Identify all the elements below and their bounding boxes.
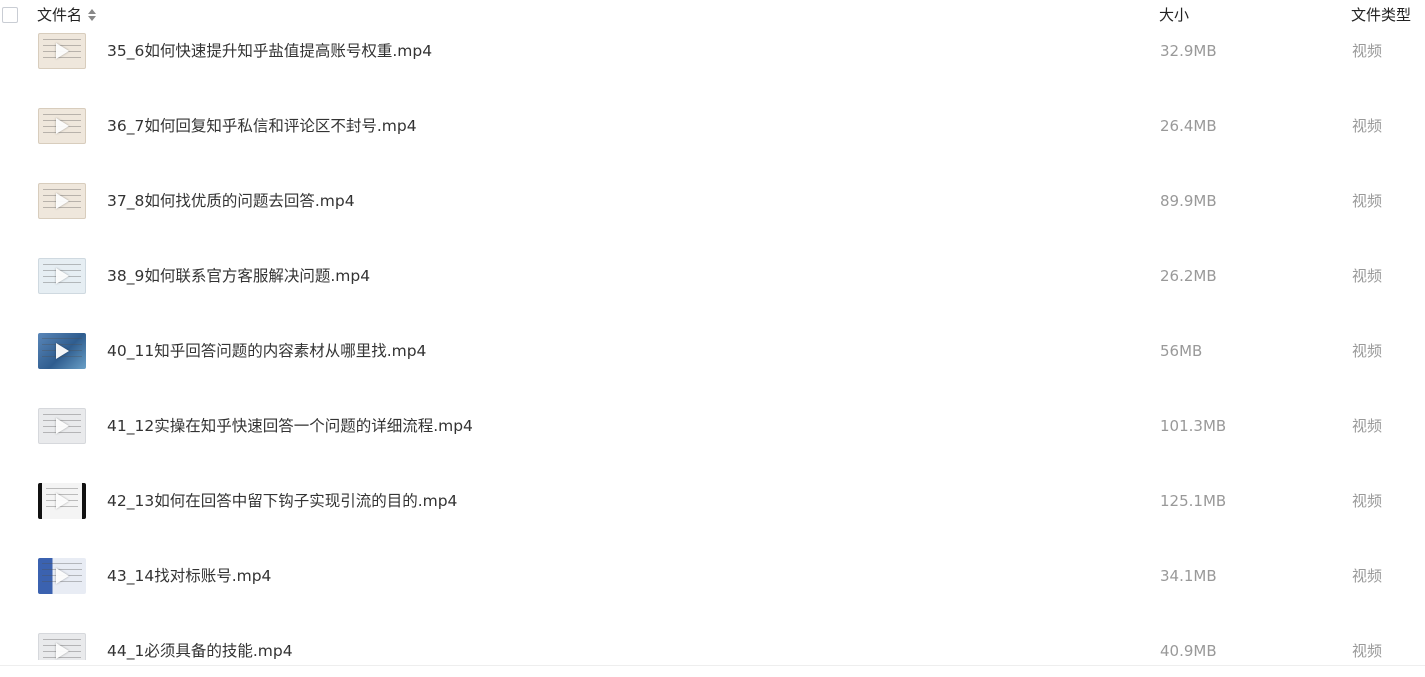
play-icon [56, 343, 69, 359]
file-type: 视频 [1352, 492, 1383, 510]
file-size: 101.3MB [1160, 417, 1227, 435]
file-size: 32.9MB [1160, 42, 1217, 60]
file-type: 视频 [1352, 417, 1383, 435]
column-header-size[interactable]: 大小 [1159, 5, 1189, 25]
play-icon [56, 643, 69, 659]
file-type: 视频 [1352, 642, 1383, 660]
file-row[interactable]: 38_9如何联系官方客服解决问题.mp4 26.2MB 视频 [0, 239, 1425, 314]
file-size: 40.9MB [1160, 642, 1217, 660]
play-icon [56, 568, 69, 584]
file-row[interactable]: 41_12实操在知乎快速回答一个问题的详细流程.mp4 101.3MB 视频 [0, 389, 1425, 464]
file-list-page: 文件名 大小 文件类型 35_6如何快速提升知乎盐值提高账号权重.mp4 32.9… [0, 0, 1425, 677]
video-thumbnail[interactable] [38, 108, 86, 144]
file-type: 视频 [1352, 567, 1383, 585]
file-name[interactable]: 42_13如何在回答中留下钩子实现引流的目的.mp4 [107, 491, 457, 511]
video-thumbnail[interactable] [38, 183, 86, 219]
file-row[interactable]: 44_1必须具备的技能.mp4 40.9MB 视频 [0, 614, 1425, 660]
file-size: 34.1MB [1160, 567, 1217, 585]
file-row[interactable]: 35_6如何快速提升知乎盐值提高账号权重.mp4 32.9MB 视频 [0, 32, 1425, 89]
video-thumbnail[interactable] [38, 258, 86, 294]
file-size: 26.4MB [1160, 117, 1217, 135]
play-icon [56, 43, 69, 59]
file-size: 89.9MB [1160, 192, 1217, 210]
file-name[interactable]: 44_1必须具备的技能.mp4 [107, 641, 293, 660]
play-icon [56, 493, 69, 509]
file-size: 125.1MB [1160, 492, 1227, 510]
video-thumbnail[interactable] [38, 333, 86, 369]
file-name[interactable]: 36_7如何回复知乎私信和评论区不封号.mp4 [107, 116, 417, 136]
file-row[interactable]: 43_14找对标账号.mp4 34.1MB 视频 [0, 539, 1425, 614]
file-name[interactable]: 37_8如何找优质的问题去回答.mp4 [107, 191, 355, 211]
file-name[interactable]: 41_12实操在知乎快速回答一个问题的详细流程.mp4 [107, 416, 473, 436]
video-thumbnail[interactable] [38, 408, 86, 444]
play-icon [56, 193, 69, 209]
file-size: 26.2MB [1160, 267, 1217, 285]
file-type: 视频 [1352, 192, 1383, 210]
file-row[interactable]: 42_13如何在回答中留下钩子实现引流的目的.mp4 125.1MB 视频 [0, 464, 1425, 539]
file-type: 视频 [1352, 117, 1383, 135]
play-icon [56, 118, 69, 134]
file-name[interactable]: 35_6如何快速提升知乎盐值提高账号权重.mp4 [107, 41, 432, 61]
file-list: 35_6如何快速提升知乎盐值提高账号权重.mp4 32.9MB 视频 36_7如何回复… [0, 32, 1425, 660]
file-type: 视频 [1352, 342, 1383, 360]
column-header-name-label: 文件名 [37, 6, 83, 24]
column-header-name[interactable]: 文件名 [37, 5, 97, 25]
sort-icon[interactable] [88, 9, 97, 21]
video-thumbnail[interactable] [38, 33, 86, 69]
file-name[interactable]: 38_9如何联系官方客服解决问题.mp4 [107, 266, 370, 286]
divider [0, 665, 1425, 666]
file-type: 视频 [1352, 267, 1383, 285]
video-thumbnail[interactable] [38, 558, 86, 594]
play-icon [56, 268, 69, 284]
file-size: 56MB [1160, 342, 1203, 360]
file-row[interactable]: 37_8如何找优质的问题去回答.mp4 89.9MB 视频 [0, 164, 1425, 239]
list-header: 文件名 大小 文件类型 [0, 0, 1425, 32]
video-thumbnail[interactable] [38, 483, 86, 519]
file-name[interactable]: 43_14找对标账号.mp4 [107, 566, 271, 586]
column-header-type[interactable]: 文件类型 [1351, 5, 1411, 25]
video-thumbnail[interactable] [38, 633, 86, 660]
play-icon [56, 418, 69, 434]
file-name[interactable]: 40_11知乎回答问题的内容素材从哪里找.mp4 [107, 341, 426, 361]
select-all-checkbox[interactable] [2, 7, 18, 23]
file-row[interactable]: 36_7如何回复知乎私信和评论区不封号.mp4 26.4MB 视频 [0, 89, 1425, 164]
file-row[interactable]: 40_11知乎回答问题的内容素材从哪里找.mp4 56MB 视频 [0, 314, 1425, 389]
file-type: 视频 [1352, 42, 1383, 60]
